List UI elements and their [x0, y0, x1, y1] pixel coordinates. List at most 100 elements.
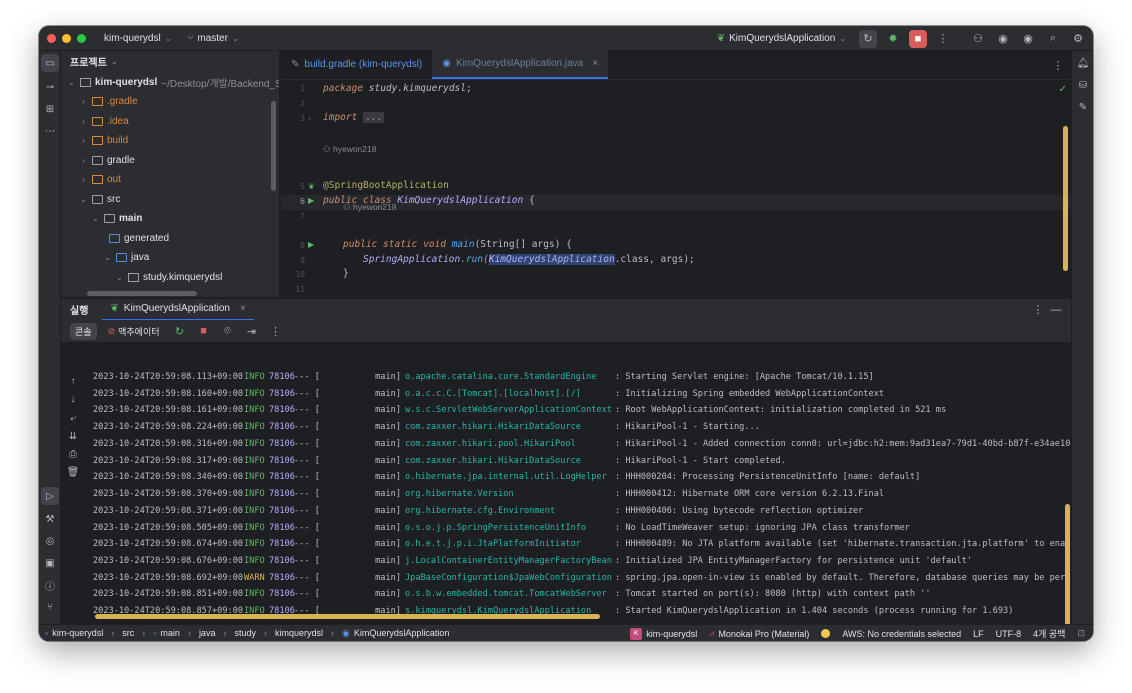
collapse-arrow-icon: › [82, 175, 85, 184]
tree-item-java[interactable]: ⌄ java [103, 248, 149, 267]
tree-item-gradle[interactable]: › gradle [79, 151, 135, 170]
indent-widget[interactable]: 4개 공백 [1033, 627, 1065, 640]
tree-item-generated[interactable]: generated [109, 229, 169, 248]
minimize-window-button[interactable] [62, 33, 71, 43]
scroll-to-end-icon[interactable]: ⇊ [64, 427, 82, 445]
encoding-widget[interactable]: UTF-8 [996, 629, 1022, 639]
editor-vscrollbar[interactable] [1063, 126, 1068, 271]
soft-wrap-icon[interactable]: ⤶ [64, 409, 82, 427]
gradle-icon[interactable]: ✎ [1074, 98, 1092, 116]
run-toolbar: 콘솔 ⊘ 액추에이터 ↻ ■ ⌾ ⇥ ⋮ [61, 320, 1071, 342]
console-hscrollbar[interactable] [95, 614, 600, 619]
editor-more-icon[interactable]: ⋮ [1049, 56, 1067, 74]
log-message: : HikariPool-1 - Starting... [615, 422, 760, 432]
console-output[interactable]: 2023-10-24T20:59:08.113+09:00 INFO 78106 --… [83, 342, 1071, 624]
theme-widget[interactable]: ⩘ Monokai Pro (Material) [709, 628, 809, 639]
lock-icon[interactable]: ⊡ [1077, 628, 1085, 639]
console-vscrollbar[interactable] [1065, 504, 1070, 624]
exit-icon[interactable]: ⇥ [243, 322, 261, 340]
log-message: : No LoadTimeWeaver setup: ignoring JPA … [615, 523, 910, 533]
project-tool-icon[interactable]: ▭ [41, 54, 59, 72]
tree-item-root[interactable]: ⌄ kim-querydsl ~/Desktop/개발/Backend_Sp [67, 73, 279, 92]
print-icon[interactable]: ⎙ [64, 445, 82, 463]
search-icon[interactable]: ⌕ [1044, 30, 1062, 48]
structure-icon[interactable]: ⊞ [41, 100, 59, 118]
console-tab[interactable]: 콘솔 [70, 322, 97, 340]
tree-item-gradle-dir[interactable]: › .gradle [79, 92, 137, 111]
code-author-hint[interactable]: ⚇ hyewon218 [343, 202, 396, 213]
tree-item-build[interactable]: › build [79, 131, 128, 150]
project-vscrollbar[interactable] [271, 101, 276, 191]
tree-item-main[interactable]: ⌄ main [91, 209, 142, 228]
breadcrumb-item[interactable]: main [160, 628, 180, 638]
breadcrumb-item[interactable]: java [199, 628, 216, 638]
tree-item-package[interactable]: ⌄ study.kimquerydsl [115, 268, 222, 287]
close-window-button[interactable] [47, 33, 56, 43]
aws-widget[interactable]: AWS: No credentials selected [842, 629, 961, 639]
commit-icon[interactable]: ⊸ [41, 78, 59, 96]
add-user-icon[interactable]: ⚇ [969, 30, 987, 48]
hide-panel-icon[interactable]: — [1047, 301, 1065, 319]
problems-tool-icon[interactable]: ⓘ [41, 576, 59, 594]
folded-imports[interactable]: ... [363, 112, 385, 123]
breadcrumb-item[interactable]: src [122, 628, 134, 638]
scroll-up-icon[interactable]: ↑ [64, 372, 82, 390]
scroll-down-icon[interactable]: ↓ [64, 390, 82, 408]
left-tool-stripe: ▭ ⊸ ⊞ ⋯ ▷ ⚒ ◎ ▣ ⓘ ⑂ [39, 51, 61, 624]
breadcrumb-item[interactable]: kim-querydsl [52, 628, 103, 638]
log-line: 2023-10-24T20:59:08.224+09:00 INFO 78106 --… [93, 419, 760, 435]
tree-item-src[interactable]: ⌄ src [79, 190, 120, 209]
terminal-tool-icon[interactable]: ▣ [41, 554, 59, 572]
ai-assistant-icon[interactable]: ◉ [994, 30, 1012, 48]
tab-kimquerydsl-application[interactable]: ◉ KimQuerydslApplication.java × [432, 50, 609, 79]
status-indicator-icon[interactable] [821, 629, 831, 638]
line-separator-widget[interactable]: LF [973, 629, 984, 639]
tree-item-idea[interactable]: › .idea [79, 112, 129, 131]
run-gutter-icon[interactable]: ▶ [308, 240, 314, 249]
code-with-me-icon[interactable]: ◉ [1019, 30, 1037, 48]
close-tab-icon[interactable]: × [592, 58, 598, 69]
run-tool-icon[interactable]: ▷ [41, 487, 59, 505]
clear-icon[interactable]: 🗑︎ [64, 463, 82, 481]
inspection-ok-icon[interactable]: ✓ [1059, 84, 1067, 95]
stop-icon[interactable]: ■ [195, 322, 213, 340]
branch-switcher[interactable]: ⑂ master ⌄ [187, 33, 238, 44]
spring-bean-gutter-icon[interactable]: ❦ [308, 182, 315, 191]
fold-arrow-icon[interactable]: › [308, 114, 311, 123]
services-tool-icon[interactable]: ◎ [41, 532, 59, 550]
breadcrumb-item[interactable]: KimQuerydslApplication [354, 628, 450, 638]
project-widget[interactable]: Kkim-querydsl [630, 627, 697, 640]
git-tool-icon[interactable]: ⑂ [41, 598, 59, 616]
debug-icon[interactable]: ✹ [884, 30, 902, 48]
rerun-icon[interactable]: ↻ [171, 322, 189, 340]
notifications-icon[interactable]: 🔔︎ [1074, 54, 1092, 72]
toolbar-more-icon[interactable]: ⋮ [267, 322, 285, 340]
camera-icon[interactable]: ⌾ [219, 322, 237, 340]
run-tab-kimquerydsl[interactable]: ❦ KimQuerydslApplication × [102, 299, 254, 321]
build-tool-icon[interactable]: ⚒ [41, 510, 59, 528]
run-gutter-icon[interactable]: ▶ [308, 196, 314, 205]
run-panel-more-icon[interactable]: ⋮ [1029, 301, 1047, 319]
close-tab-icon[interactable]: × [240, 303, 246, 314]
stop-icon[interactable]: ■ [909, 29, 927, 48]
run-config-selector[interactable]: ❦ KimQuerydslApplication ⌄ [717, 33, 846, 44]
tree-item-out[interactable]: › out [79, 170, 121, 189]
code-author-hint[interactable]: ⚇ hyewon218 [323, 144, 376, 155]
code-editor[interactable]: 1 2 3 5 6 7 8 9 10 11 12 13 14 ❦ ▶ ▶ › p… [281, 80, 1071, 297]
spring-class-icon: ◉ [341, 627, 350, 638]
database-icon[interactable]: ⛁ [1074, 76, 1092, 94]
run-config-name: KimQuerydslApplication [729, 33, 836, 44]
tab-build-gradle[interactable]: ✎ build.gradle (kim-querydsl) [281, 50, 432, 79]
project-hscrollbar[interactable] [87, 291, 197, 296]
more-tools-icon[interactable]: ⋯ [41, 122, 59, 140]
log-sep: --- [ [294, 506, 320, 516]
settings-icon[interactable]: ⚙ [1069, 30, 1087, 48]
project-switcher[interactable]: kim-querydsl ⌄ [104, 33, 171, 44]
more-icon[interactable]: ⋮ [934, 30, 952, 48]
rerun-icon[interactable]: ↻ [859, 29, 877, 48]
actuator-tab[interactable]: ⊘ 액추에이터 [103, 323, 165, 340]
project-panel-header[interactable]: 프로젝트 ⌄ [61, 51, 279, 71]
breadcrumb-item[interactable]: kimquerydsl [275, 628, 323, 638]
breadcrumb-item[interactable]: study [234, 628, 256, 638]
zoom-window-button[interactable] [77, 33, 86, 43]
